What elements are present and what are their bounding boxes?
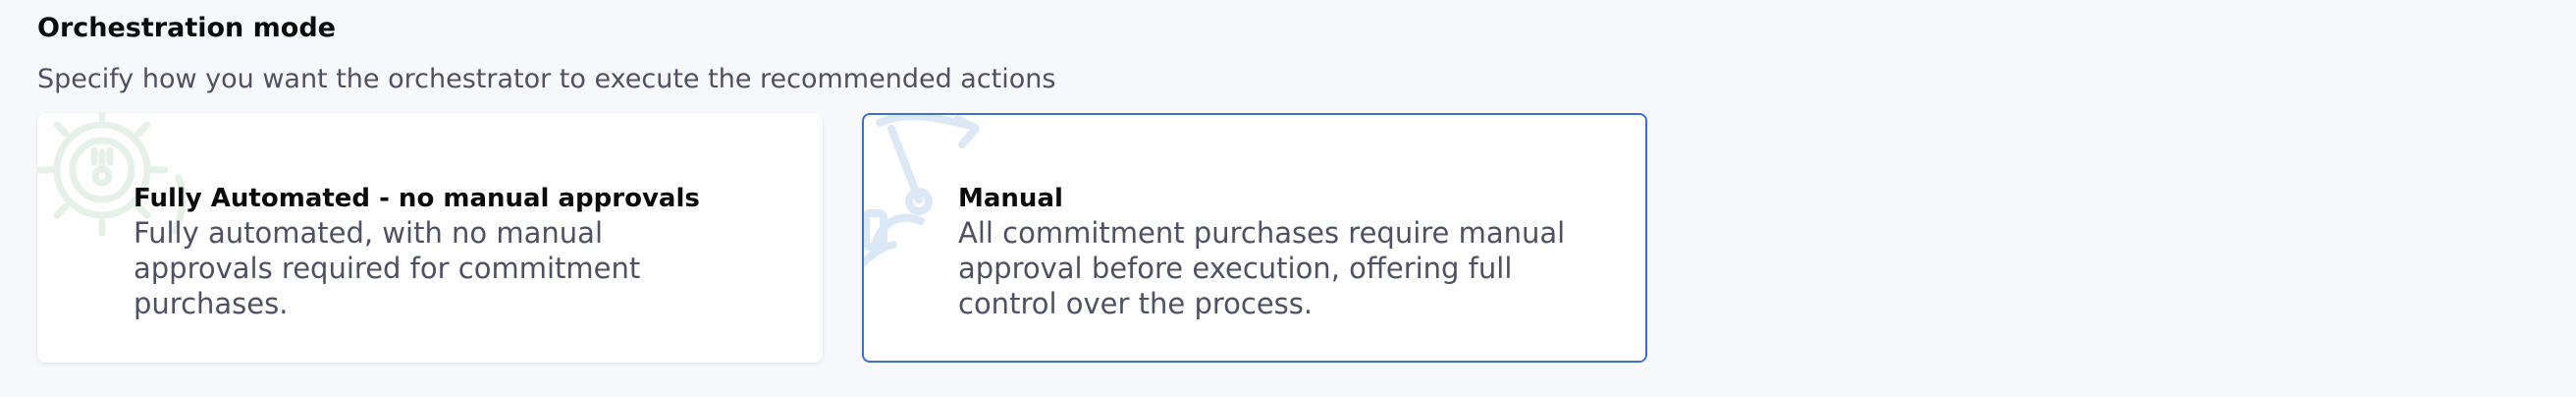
option-title: Fully Automated - no manual approvals — [134, 184, 700, 213]
section-title: Orchestration mode — [37, 13, 336, 43]
option-title: Manual — [958, 184, 1063, 213]
option-description: Fully automated, with no manual approval… — [134, 216, 641, 320]
option-description: All commitment purchases require manual … — [958, 216, 1566, 320]
orchestration-mode-section: Orchestration mode Specify how you want … — [0, 0, 2576, 397]
option-card-fully-automated[interactable]: Fully Automated - no manual approvals Fu… — [37, 113, 823, 363]
section-subtitle: Specify how you want the orchestrator to… — [37, 64, 1056, 94]
option-card-manual[interactable]: Manual All commitment purchases require … — [862, 113, 1647, 363]
